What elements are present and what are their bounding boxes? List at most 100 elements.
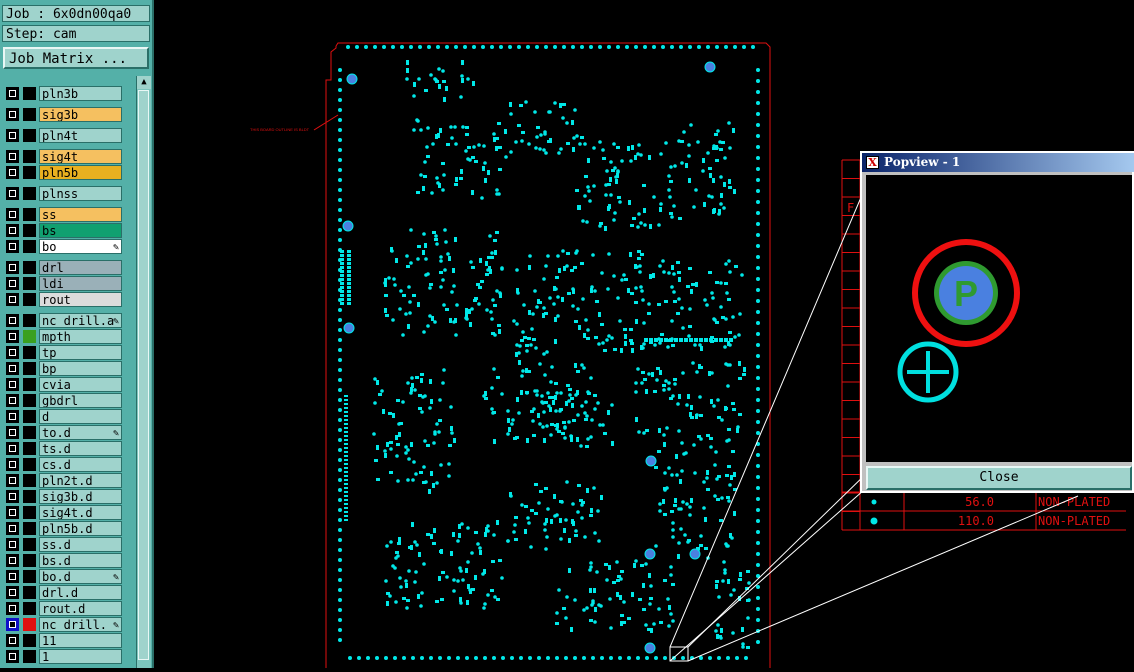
layer-name[interactable]: nc_drill.a ✎ [39,313,122,328]
layer-row[interactable]: rout.d [3,601,134,616]
layer-color-swatch[interactable] [23,506,36,519]
layer-name[interactable]: sig4t.d [39,505,122,520]
layer-color-swatch[interactable] [23,150,36,163]
layer-checkbox[interactable] [6,570,19,583]
layer-checkbox[interactable] [6,426,19,439]
layer-color-swatch[interactable] [23,87,36,100]
layer-name[interactable]: d [39,409,122,424]
layer-color-swatch[interactable] [23,522,36,535]
layer-color-swatch[interactable] [23,330,36,343]
layer-name[interactable]: 11 [39,633,122,648]
layer-row[interactable]: gbdrl [3,393,134,408]
layer-name[interactable]: bo.d ✎ [39,569,122,584]
layer-row[interactable]: bo.d ✎ [3,569,134,584]
layer-checkbox[interactable] [6,378,19,391]
layer-checkbox[interactable] [6,166,19,179]
layer-color-swatch[interactable] [23,293,36,306]
layer-color-swatch[interactable] [23,394,36,407]
layer-checkbox[interactable] [6,410,19,423]
layer-row[interactable]: sig4t [3,149,134,164]
layer-color-swatch[interactable] [23,240,36,253]
layer-checkbox[interactable] [6,490,19,503]
layer-row[interactable]: cvia [3,377,134,392]
layer-checkbox[interactable] [6,442,19,455]
layer-name[interactable]: ss.d [39,537,122,552]
layer-checkbox[interactable] [6,650,19,663]
layer-checkbox[interactable] [6,506,19,519]
layer-name[interactable]: pln2t.d [39,473,122,488]
layer-row[interactable]: cs.d [3,457,134,472]
layer-name[interactable]: cs.d [39,457,122,472]
layer-color-swatch[interactable] [23,586,36,599]
layer-name[interactable]: drl.d [39,585,122,600]
layer-color-swatch[interactable] [23,378,36,391]
layer-name[interactable]: pln5b.d [39,521,122,536]
layer-name[interactable]: tp [39,345,122,360]
layer-row[interactable]: ldi [3,276,134,291]
layer-name[interactable]: rout.d [39,601,122,616]
layer-name[interactable]: pln5b [39,165,122,180]
layer-checkbox[interactable] [6,87,19,100]
layer-name[interactable]: nc_drill. ✎ [39,617,122,632]
layer-color-swatch[interactable] [23,458,36,471]
layer-color-swatch[interactable] [23,346,36,359]
layer-checkbox[interactable] [6,240,19,253]
layer-checkbox[interactable] [6,618,19,631]
layer-checkbox[interactable] [6,277,19,290]
layer-checkbox[interactable] [6,187,19,200]
scroll-thumb[interactable] [138,90,149,660]
layer-name[interactable]: sig4t [39,149,122,164]
layer-color-swatch[interactable] [23,208,36,221]
layer-name[interactable]: sig3b.d [39,489,122,504]
layer-row[interactable]: pln5b.d [3,521,134,536]
layer-checkbox[interactable] [6,224,19,237]
layer-name[interactable]: sig3b [39,107,122,122]
layer-checkbox[interactable] [6,394,19,407]
layer-checkbox[interactable] [6,129,19,142]
layer-checkbox[interactable] [6,108,19,121]
layer-name[interactable]: drl [39,260,122,275]
layer-color-swatch[interactable] [23,410,36,423]
layer-checkbox[interactable] [6,150,19,163]
close-button[interactable]: Close [866,466,1132,490]
layer-row[interactable]: bo ✎ [3,239,134,254]
scroll-up-arrow-icon[interactable]: ▲ [137,76,151,89]
layer-name[interactable]: bs.d [39,553,122,568]
layer-name[interactable]: mpth [39,329,122,344]
layer-row[interactable]: pln2t.d [3,473,134,488]
layer-list-scrollbar[interactable]: ▲ [136,76,151,668]
layer-color-swatch[interactable] [23,187,36,200]
layer-row[interactable]: 1 [3,649,134,664]
layer-color-swatch[interactable] [23,602,36,615]
layer-row[interactable]: sig3b [3,107,134,122]
layer-color-swatch[interactable] [23,538,36,551]
layer-checkbox[interactable] [6,314,19,327]
layer-name[interactable]: ts.d [39,441,122,456]
layer-row[interactable]: nc_drill. ✎ [3,617,134,632]
layer-row[interactable]: bs.d [3,553,134,568]
layer-row[interactable]: sig4t.d [3,505,134,520]
layer-color-swatch[interactable] [23,618,36,631]
layer-row[interactable]: rout [3,292,134,307]
layer-color-swatch[interactable] [23,277,36,290]
layer-row[interactable]: nc_drill.a ✎ [3,313,134,328]
layer-checkbox[interactable] [6,346,19,359]
layer-checkbox[interactable] [6,634,19,647]
layer-name[interactable]: pln4t [39,128,122,143]
layer-row[interactable]: bs [3,223,134,238]
layer-name[interactable]: bo ✎ [39,239,122,254]
layer-checkbox[interactable] [6,474,19,487]
layer-name[interactable]: pln3b [39,86,122,101]
layer-checkbox[interactable] [6,208,19,221]
layer-row[interactable]: drl.d [3,585,134,600]
layer-row[interactable]: pln5b [3,165,134,180]
layer-color-swatch[interactable] [23,108,36,121]
layer-color-swatch[interactable] [23,634,36,647]
layer-color-swatch[interactable] [23,554,36,567]
layer-color-swatch[interactable] [23,129,36,142]
layer-name[interactable]: ss [39,207,122,222]
layer-row[interactable]: bp [3,361,134,376]
layer-name[interactable]: bs [39,223,122,238]
layer-name[interactable]: to.d ✎ [39,425,122,440]
layer-checkbox[interactable] [6,602,19,615]
